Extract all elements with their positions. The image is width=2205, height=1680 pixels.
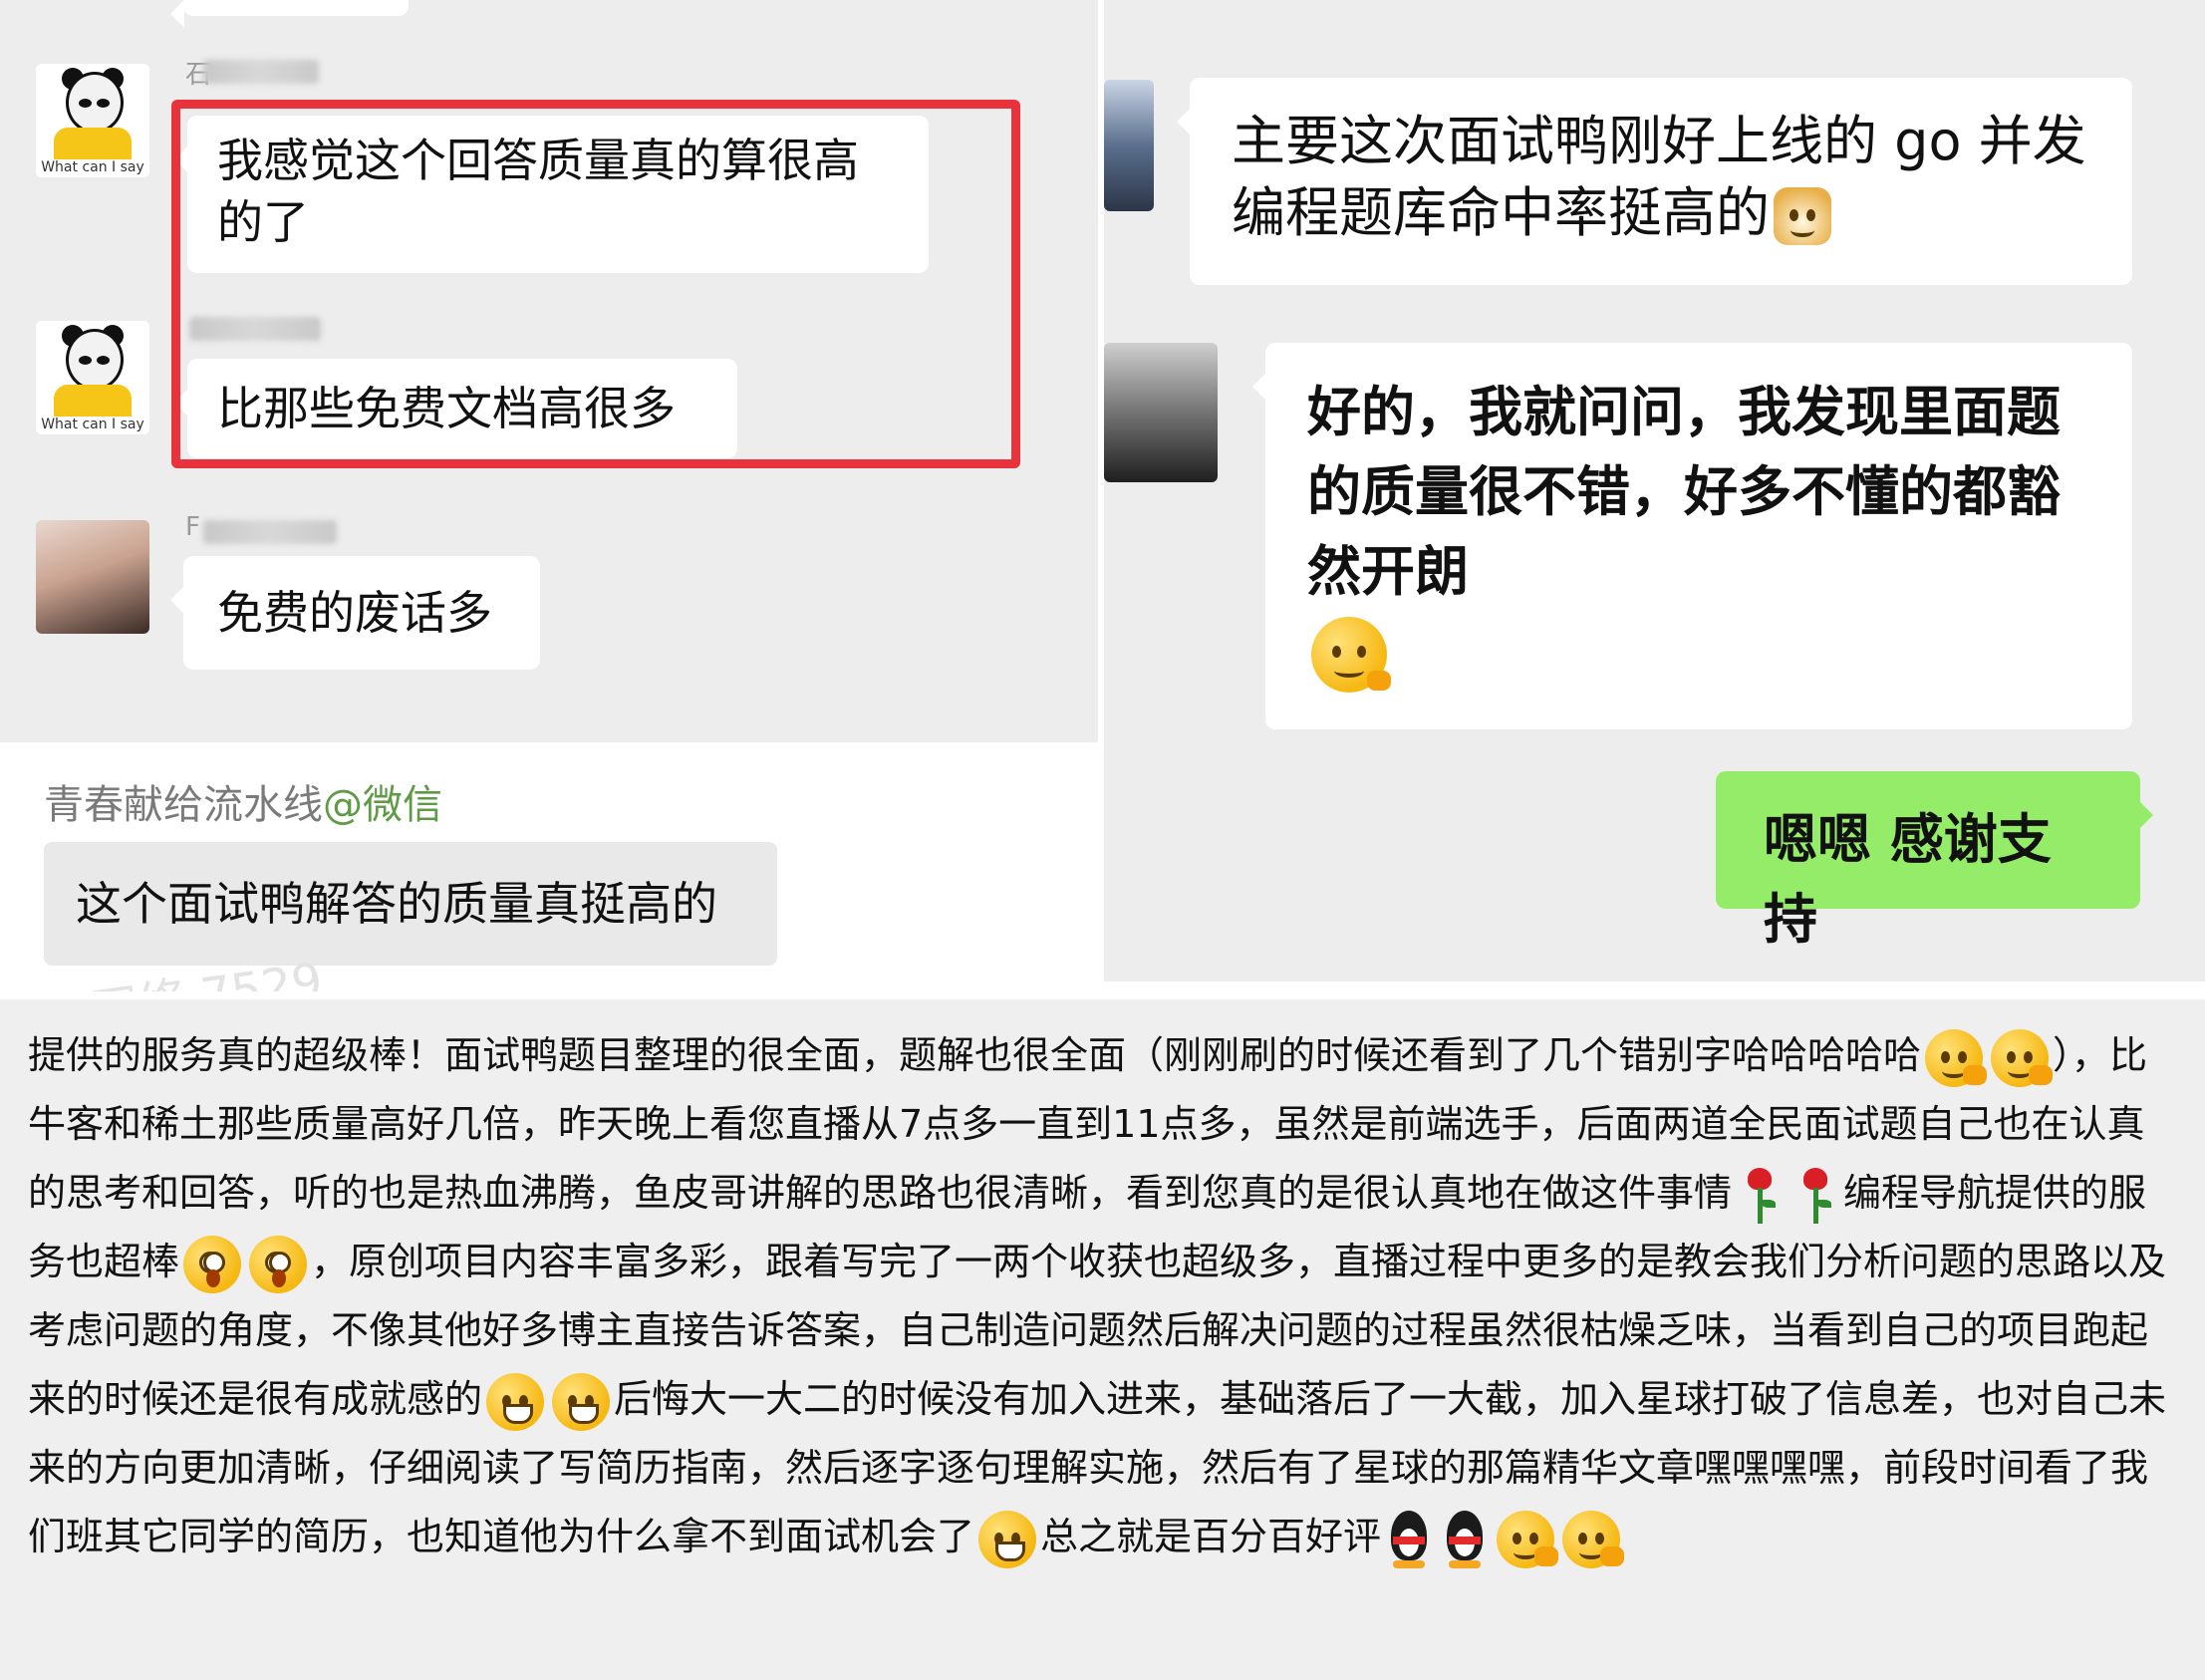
- tears-of-joy-emoji: [978, 1510, 1037, 1568]
- chat-message-bubble[interactable]: 免费的废话多: [170, 556, 540, 670]
- comment-panel: 青春献给流水线@微信 这个面试鸭解答的质量真挺高的 网络 7529: [0, 742, 1098, 991]
- own-message-bubble[interactable]: 嗯嗯 感谢支持: [1716, 771, 2153, 951]
- red-highlight-box: [171, 100, 1020, 468]
- review-panel: 提供的服务真的超级棒！面试鸭题目整理的很全面，题解也很全面（刚刚刷的时候还看到了…: [0, 999, 2205, 1680]
- facepalm-emoji: [1311, 617, 1391, 694]
- review-segment: 提供的服务真的超级棒！面试鸭题目整理的很全面，题解也很全面（刚刚刷的时候还看到了…: [28, 1033, 1922, 1077]
- sender-name: F: [185, 512, 200, 542]
- blurred-sender-name: [203, 520, 337, 544]
- thinking-emoji: [1925, 1028, 1988, 1087]
- avatar-caption: What can I say: [41, 417, 144, 432]
- thinking-emoji: [1991, 1028, 2054, 1087]
- chat-message-bubble[interactable]: 主要这次面试鸭刚好上线的 go 并发编程题库命中率挺高的: [1177, 78, 2132, 285]
- penguin-emoji: [1387, 1510, 1431, 1568]
- doge-emoji: [1774, 187, 1831, 246]
- message-text: 免费的废话多: [217, 586, 492, 640]
- comment-text: 这个面试鸭解答的质量真挺高的: [76, 877, 717, 931]
- user-avatar[interactable]: [1104, 343, 1218, 482]
- message-text: 好的，我就问问，我发现里面题的质量很不错，好多不懂的都豁然开朗: [1307, 381, 2061, 603]
- previous-message-bubble[interactable]: [170, 0, 409, 28]
- rose-emoji: [1740, 1166, 1780, 1226]
- comment-text-box: 这个面试鸭解答的质量真挺高的: [44, 842, 777, 966]
- comment-author[interactable]: 青春献给流水线@微信: [44, 772, 442, 830]
- surprised-emoji: [183, 1235, 242, 1293]
- user-avatar-girl[interactable]: [36, 520, 149, 634]
- surprised-emoji: [249, 1235, 308, 1293]
- user-avatar-panda-2[interactable]: What can I say: [36, 321, 149, 434]
- chat-message-bubble[interactable]: 好的，我就问问，我发现里面题的质量很不错，好多不懂的都豁然开朗: [1252, 343, 2132, 729]
- user-avatar-panda[interactable]: What can I say: [36, 64, 149, 177]
- author-name: 青春献给流水线: [44, 782, 323, 828]
- group-chat-panel-left: What can I say 石 我感觉这个回答质量真的算很高的了 What c…: [0, 0, 1098, 742]
- smirk-emoji: [1562, 1510, 1625, 1568]
- grin-emoji: [486, 1372, 545, 1431]
- grin-emoji: [552, 1372, 611, 1431]
- blurred-sender-name: [203, 60, 319, 84]
- private-chat-panel-right: 主要这次面试鸭刚好上线的 go 并发编程题库命中率挺高的 好的，我就问问，我发现…: [1104, 0, 2205, 981]
- review-segment: 总之就是百分百好评: [1040, 1515, 1382, 1558]
- review-text: 提供的服务真的超级棒！面试鸭题目整理的很全面，题解也很全面（刚刚刷的时候还看到了…: [28, 1021, 2180, 1571]
- smirk-emoji: [1497, 1510, 1559, 1568]
- message-text: 主要这次面试鸭刚好上线的 go 并发编程题库命中率挺高的: [1232, 110, 2086, 244]
- contact-avatar[interactable]: [1104, 80, 1154, 211]
- avatar-caption: What can I say: [41, 159, 144, 175]
- penguin-emoji: [1443, 1510, 1487, 1568]
- message-text: 嗯嗯 感谢支持: [1764, 808, 2052, 951]
- rose-emoji: [1795, 1166, 1835, 1226]
- platform-tag[interactable]: @微信: [323, 782, 442, 828]
